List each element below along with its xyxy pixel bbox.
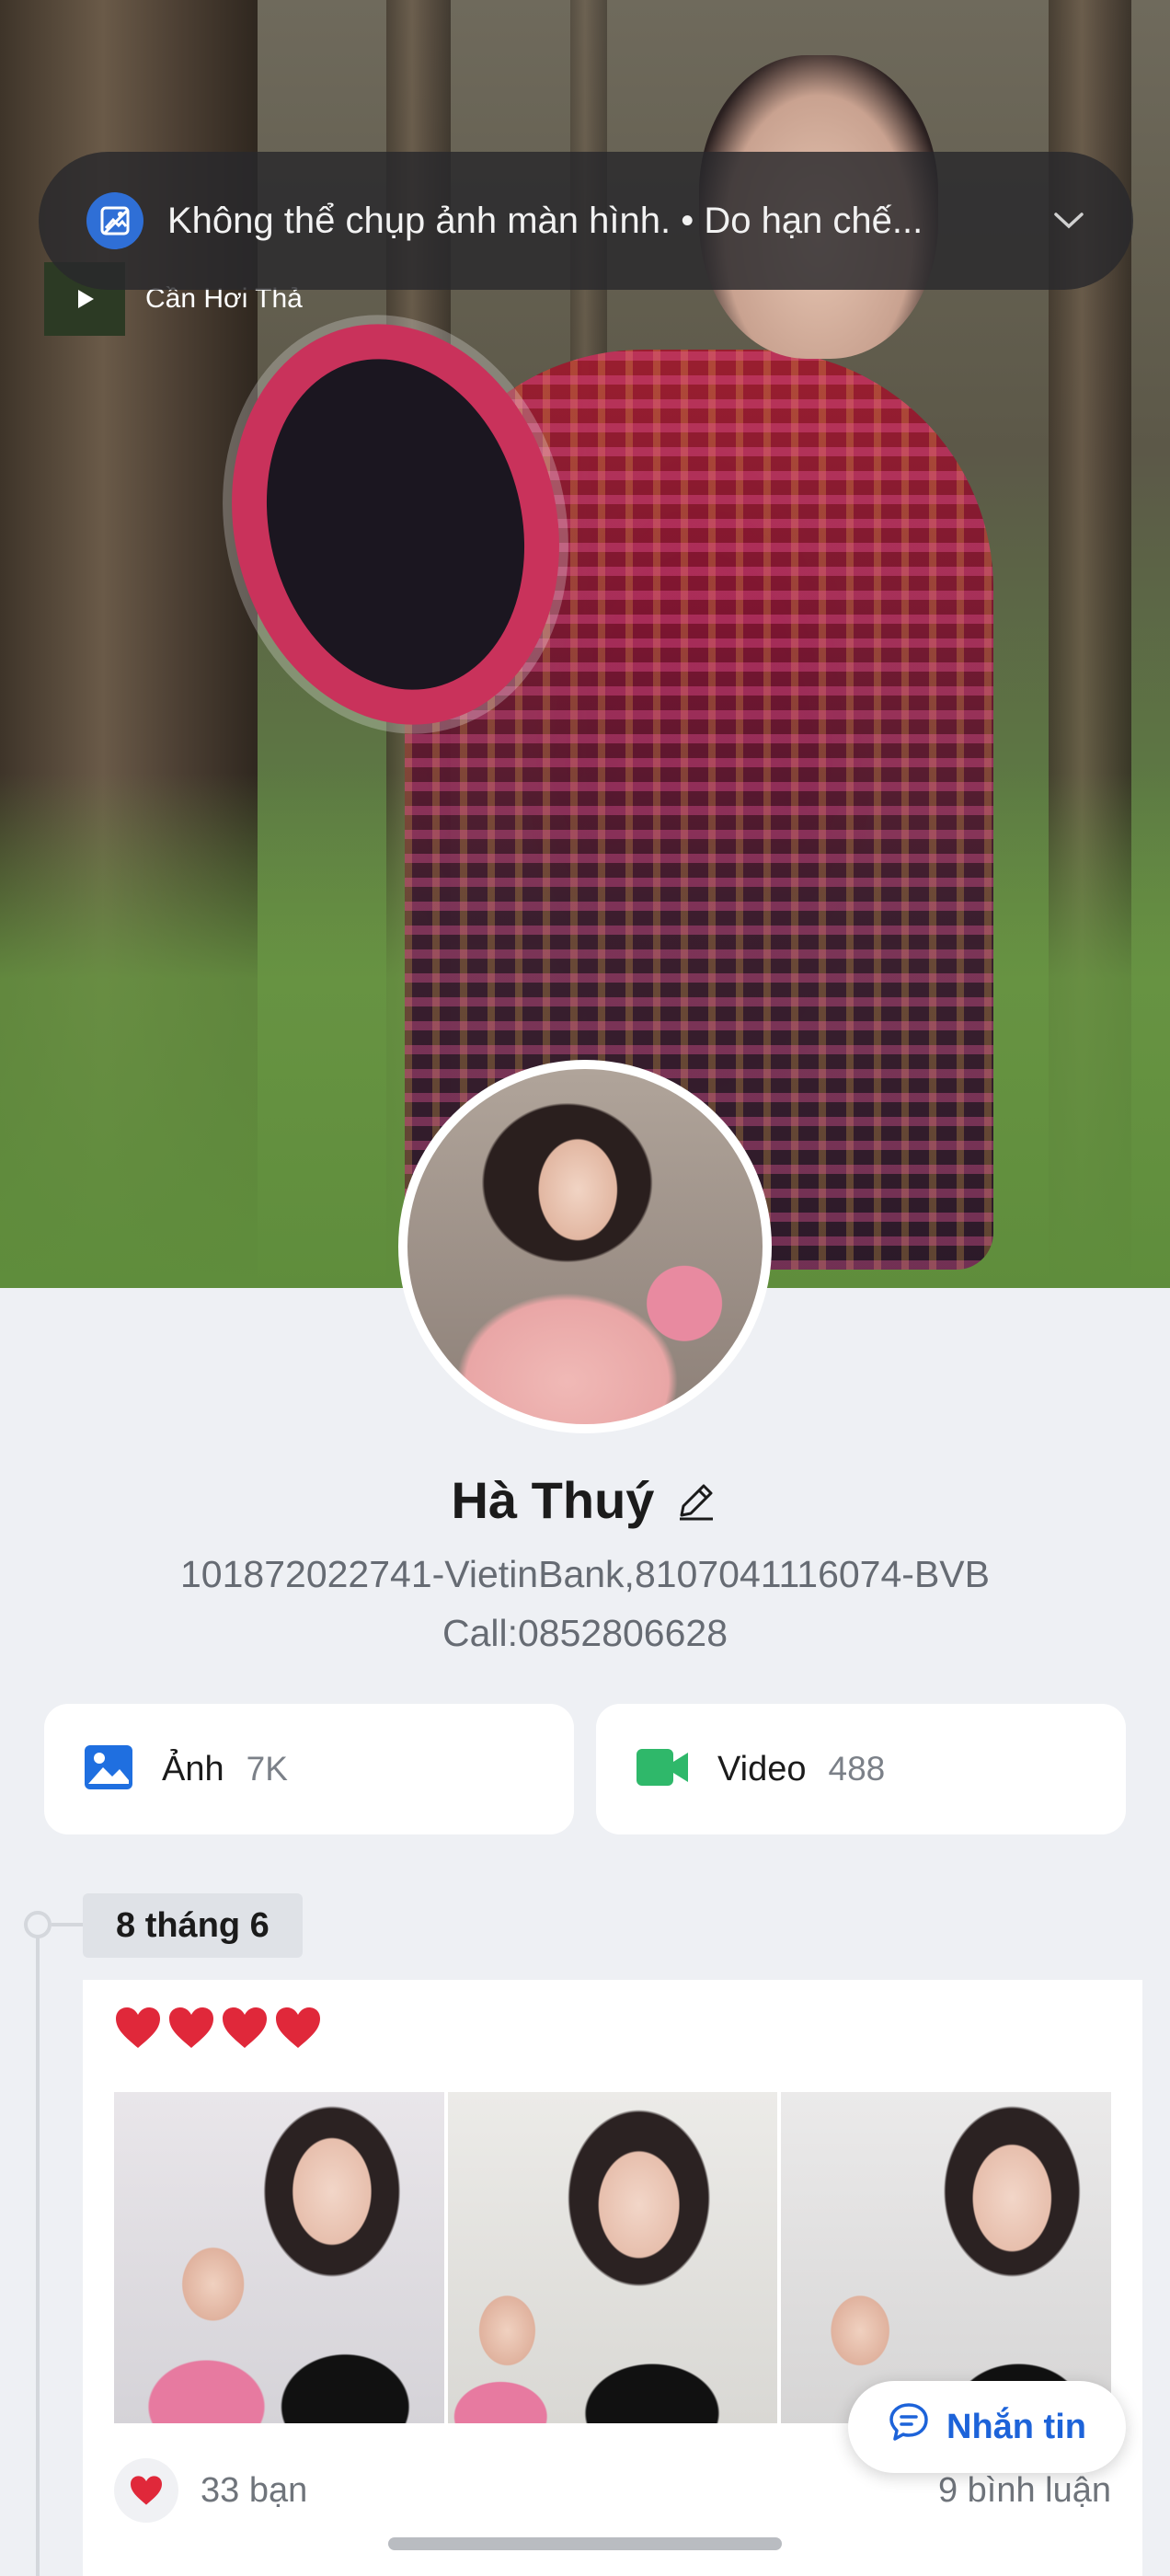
post-photo[interactable] [447, 2092, 778, 2423]
heart-icon [167, 2006, 215, 2054]
image-icon [83, 1742, 134, 1798]
photos-count: 7K [246, 1750, 288, 1788]
reactions[interactable]: 33 bạn [114, 2458, 307, 2523]
comments-count[interactable]: 9 bình luận [938, 2471, 1111, 2511]
post-card[interactable]: 33 bạn 9 bình luận [83, 1980, 1142, 2576]
videos-card[interactable]: Video 488 [596, 1704, 1126, 1834]
post-photo[interactable] [781, 2092, 1112, 2423]
profile-name-row: Hà Thuý [0, 1470, 1170, 1530]
timeline-dot [24, 1911, 52, 1938]
edit-pencil-icon[interactable] [674, 1478, 718, 1523]
post-caption [114, 2006, 322, 2054]
videos-count: 488 [828, 1750, 886, 1788]
reactions-count: 33 bạn [201, 2470, 308, 2510]
photos-card[interactable]: Ảnh 7K [44, 1704, 574, 1834]
heart-reaction-icon[interactable] [114, 2458, 178, 2523]
timeline-connector [52, 1923, 83, 1926]
message-button[interactable]: Nhắn tin [848, 2381, 1126, 2473]
screenshot-blocked-icon [86, 192, 143, 249]
videos-label: Video [717, 1749, 807, 1788]
notification-text: Không thể chụp ảnh màn hình. • Do hạn ch… [167, 200, 923, 241]
heart-icon [114, 2006, 162, 2054]
profile-bio-line: Call:0852806628 [442, 1612, 728, 1654]
timeline-date: 8 tháng 6 [83, 1893, 303, 1958]
heart-icon [221, 2006, 269, 2054]
avatar[interactable] [398, 1060, 772, 1433]
video-camera-icon [635, 1745, 690, 1794]
notification-banner[interactable]: Không thể chụp ảnh màn hình. • Do hạn ch… [39, 152, 1133, 290]
chat-bubble-icon [888, 2401, 930, 2453]
profile-bio-line: 101872022741-VietinBank,8107041116074-BV… [180, 1553, 990, 1595]
post-photo-grid [114, 2092, 1112, 2423]
chevron-down-icon[interactable] [1041, 193, 1096, 248]
timeline-line [36, 1923, 40, 2576]
profile-name: Hà Thuý [451, 1471, 655, 1529]
avatar-photo [407, 1069, 763, 1424]
home-indicator[interactable] [388, 2537, 782, 2550]
photos-label: Ảnh [162, 1749, 224, 1788]
heart-icon [274, 2006, 322, 2054]
post-photo[interactable] [114, 2092, 444, 2423]
message-button-label: Nhắn tin [946, 2407, 1086, 2446]
